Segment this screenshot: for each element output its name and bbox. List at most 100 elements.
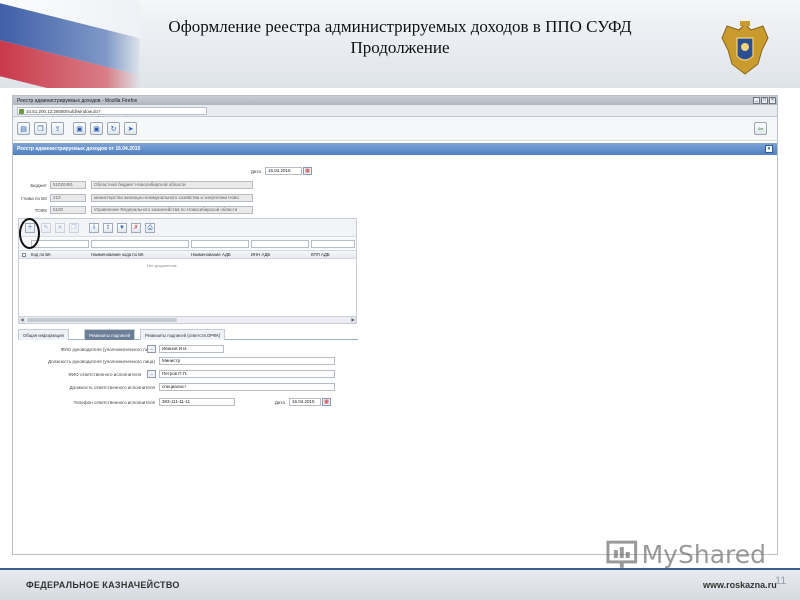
refresh-button[interactable]: ↻ bbox=[107, 122, 120, 135]
close-button[interactable]: × bbox=[769, 97, 776, 104]
clear-filter-icon: ✗ bbox=[133, 225, 139, 231]
site-icon bbox=[19, 108, 24, 114]
glava-name-field: министерство жилищно-коммунального хозяй… bbox=[91, 194, 253, 202]
copy-doc-icon: ❐ bbox=[37, 125, 44, 133]
tofk-code-field: 5100 bbox=[50, 206, 86, 214]
filter-kpp-input[interactable] bbox=[311, 240, 355, 248]
print-button[interactable]: ⎙ bbox=[145, 223, 155, 233]
filter-kbk-input[interactable] bbox=[31, 240, 89, 248]
filter-adb-name-input[interactable] bbox=[191, 240, 249, 248]
phone-label: Телефон ответственного исполнителя bbox=[73, 400, 155, 405]
column-header-kbk-name[interactable]: Наименование кода по БК bbox=[91, 252, 144, 257]
column-header-inn[interactable]: ИНН АДБ bbox=[251, 252, 270, 257]
phone-input[interactable]: 383-111-11-11 bbox=[159, 398, 235, 406]
window-title: Реестр администрируемых доходов - Mozill… bbox=[17, 97, 138, 104]
page-number: 11 bbox=[775, 575, 787, 587]
column-header-kbk[interactable]: Код по БК bbox=[31, 252, 51, 257]
date-input[interactable]: 16.04.2015 bbox=[265, 167, 302, 175]
slide-header: Оформление реестра администрируемых дохо… bbox=[0, 0, 800, 88]
save-as-button[interactable]: ▣ bbox=[90, 122, 103, 135]
sign-date-calendar-icon[interactable]: ▦ bbox=[322, 398, 331, 406]
scroll-thumb[interactable] bbox=[27, 318, 177, 322]
grid-filter-row bbox=[19, 238, 356, 249]
watermark-text: MyShared bbox=[641, 539, 766, 569]
sign-date-input[interactable]: 16.04.2015 bbox=[289, 398, 321, 406]
russian-flag-decoration bbox=[0, 0, 140, 88]
export-icon: ⇪ bbox=[54, 125, 61, 133]
exec-fio-picker-button[interactable]: ... bbox=[147, 370, 156, 378]
column-header-kpp[interactable]: КПП АДБ bbox=[311, 252, 330, 257]
delete-row-button[interactable]: ✕ bbox=[55, 223, 65, 233]
head-fio-label: ФИО руководителя (уполномоченного лица) bbox=[60, 347, 155, 352]
import-icon: ⇩ bbox=[91, 225, 97, 231]
select-all-checkbox[interactable] bbox=[22, 253, 26, 257]
sign-date-label: Дата bbox=[274, 400, 285, 405]
slide-title-line1: Оформление реестра администрируемых дохо… bbox=[168, 17, 632, 36]
import-button[interactable]: ⇩ bbox=[89, 223, 99, 233]
exec-position-input[interactable]: специалист bbox=[159, 383, 335, 391]
save-icon: ▣ bbox=[76, 125, 83, 133]
export-button[interactable]: ⇪ bbox=[51, 122, 64, 135]
browser-window: Реестр администрируемых доходов - Mozill… bbox=[12, 95, 778, 555]
filter-kbk-name-input[interactable] bbox=[91, 240, 189, 248]
send-icon: ➤ bbox=[127, 125, 134, 133]
treasury-emblem-icon bbox=[721, 21, 769, 75]
address-bar: 10.51.200.12:28080/sufd/window.do?docSes… bbox=[13, 105, 777, 121]
detail-tabs: Общая информация Реквизиты подписей Рекв… bbox=[18, 328, 358, 340]
grid-export-icon: ⇧ bbox=[105, 225, 111, 231]
send-button[interactable]: ➤ bbox=[124, 122, 137, 135]
edit-row-button[interactable]: ✎ bbox=[41, 223, 51, 233]
panel-title: Реестр администрируемых доходов от 16.04… bbox=[17, 146, 141, 152]
glava-code-field: 210 bbox=[50, 194, 86, 202]
new-doc-button[interactable]: ▤ bbox=[17, 122, 30, 135]
head-fio-input[interactable]: Иванов И.И. bbox=[159, 345, 224, 353]
calendar-icon[interactable]: ▦ bbox=[303, 167, 312, 175]
edit-row-icon: ✎ bbox=[43, 225, 49, 231]
budget-label: Бюджет bbox=[30, 183, 47, 188]
main-toolbar: ▤ ❐ ⇪ ▣ ▣ ↻ ➤ ⇦ bbox=[13, 117, 777, 141]
collapse-panel-icon[interactable]: ▾ bbox=[765, 145, 773, 153]
exit-button[interactable]: ⇦ bbox=[754, 122, 767, 135]
exec-fio-input[interactable]: Петров П.П. bbox=[159, 370, 335, 378]
watermark-logo-icon bbox=[606, 540, 638, 568]
grid-export-button[interactable]: ⇧ bbox=[103, 223, 113, 233]
save-button[interactable]: ▣ bbox=[73, 122, 86, 135]
head-position-input[interactable]: Министр bbox=[159, 357, 335, 365]
exec-position-label: Должность ответственного исполнителя bbox=[69, 385, 155, 390]
new-doc-icon: ▤ bbox=[20, 125, 27, 133]
tab-signatures-orfk[interactable]: Реквизиты подписей (ответств.ОРФК) bbox=[140, 329, 226, 340]
tab-general-info[interactable]: Общая информация bbox=[18, 329, 69, 340]
tofk-label: ТОФК bbox=[34, 208, 47, 213]
copy-row-button[interactable]: ❐ bbox=[69, 223, 79, 233]
grid-empty-message: Нет документов bbox=[147, 263, 177, 268]
minimize-button[interactable]: _ bbox=[753, 97, 760, 104]
copy-row-icon: ❐ bbox=[71, 225, 77, 231]
highlight-circle-annotation bbox=[19, 218, 40, 249]
refresh-icon: ↻ bbox=[110, 125, 117, 133]
head-position-label: Должность руководителя (уполномоченного … bbox=[47, 359, 155, 364]
panel-header: Реестр администрируемых доходов от 16.04… bbox=[13, 143, 777, 155]
budget-codes-grid: ＋ ✎ ✕ ❐ ⇩ ⇧ ▼ ✗ ⎙ Код по БК Наименование… bbox=[18, 218, 357, 324]
filter-inn-input[interactable] bbox=[251, 240, 309, 248]
url-field[interactable]: 10.51.200.12:28080/sufd/window.do?docSes… bbox=[17, 106, 207, 121]
filter-icon: ▼ bbox=[119, 225, 125, 231]
save-as-icon: ▣ bbox=[93, 125, 100, 133]
watermark: MyShared bbox=[606, 537, 766, 571]
exit-icon: ⇦ bbox=[757, 125, 764, 133]
scroll-left-icon[interactable]: ◀ bbox=[19, 317, 25, 323]
budget-code-field: 51020491 bbox=[50, 181, 86, 189]
filter-button[interactable]: ▼ bbox=[117, 223, 127, 233]
footer-website: www.roskazna.ru bbox=[703, 580, 777, 590]
budget-name-field: Областной бюджет Новосибирской области bbox=[91, 181, 253, 189]
scroll-right-icon[interactable]: ▶ bbox=[350, 317, 356, 323]
copy-doc-button[interactable]: ❐ bbox=[34, 122, 47, 135]
maximize-button[interactable]: □ bbox=[761, 97, 768, 104]
clear-filter-button[interactable]: ✗ bbox=[131, 223, 141, 233]
column-header-adb-name[interactable]: Наименование АДБ bbox=[191, 252, 231, 257]
head-fio-picker-button[interactable]: ... bbox=[147, 345, 156, 353]
exec-fio-label: ФИО ответственного исполнителя bbox=[68, 372, 141, 377]
tab-signatures[interactable]: Реквизиты подписей bbox=[84, 329, 136, 340]
horizontal-scrollbar[interactable]: ◀ ▶ bbox=[19, 316, 356, 323]
print-icon: ⎙ bbox=[147, 225, 153, 231]
date-label: Дата bbox=[250, 169, 261, 174]
